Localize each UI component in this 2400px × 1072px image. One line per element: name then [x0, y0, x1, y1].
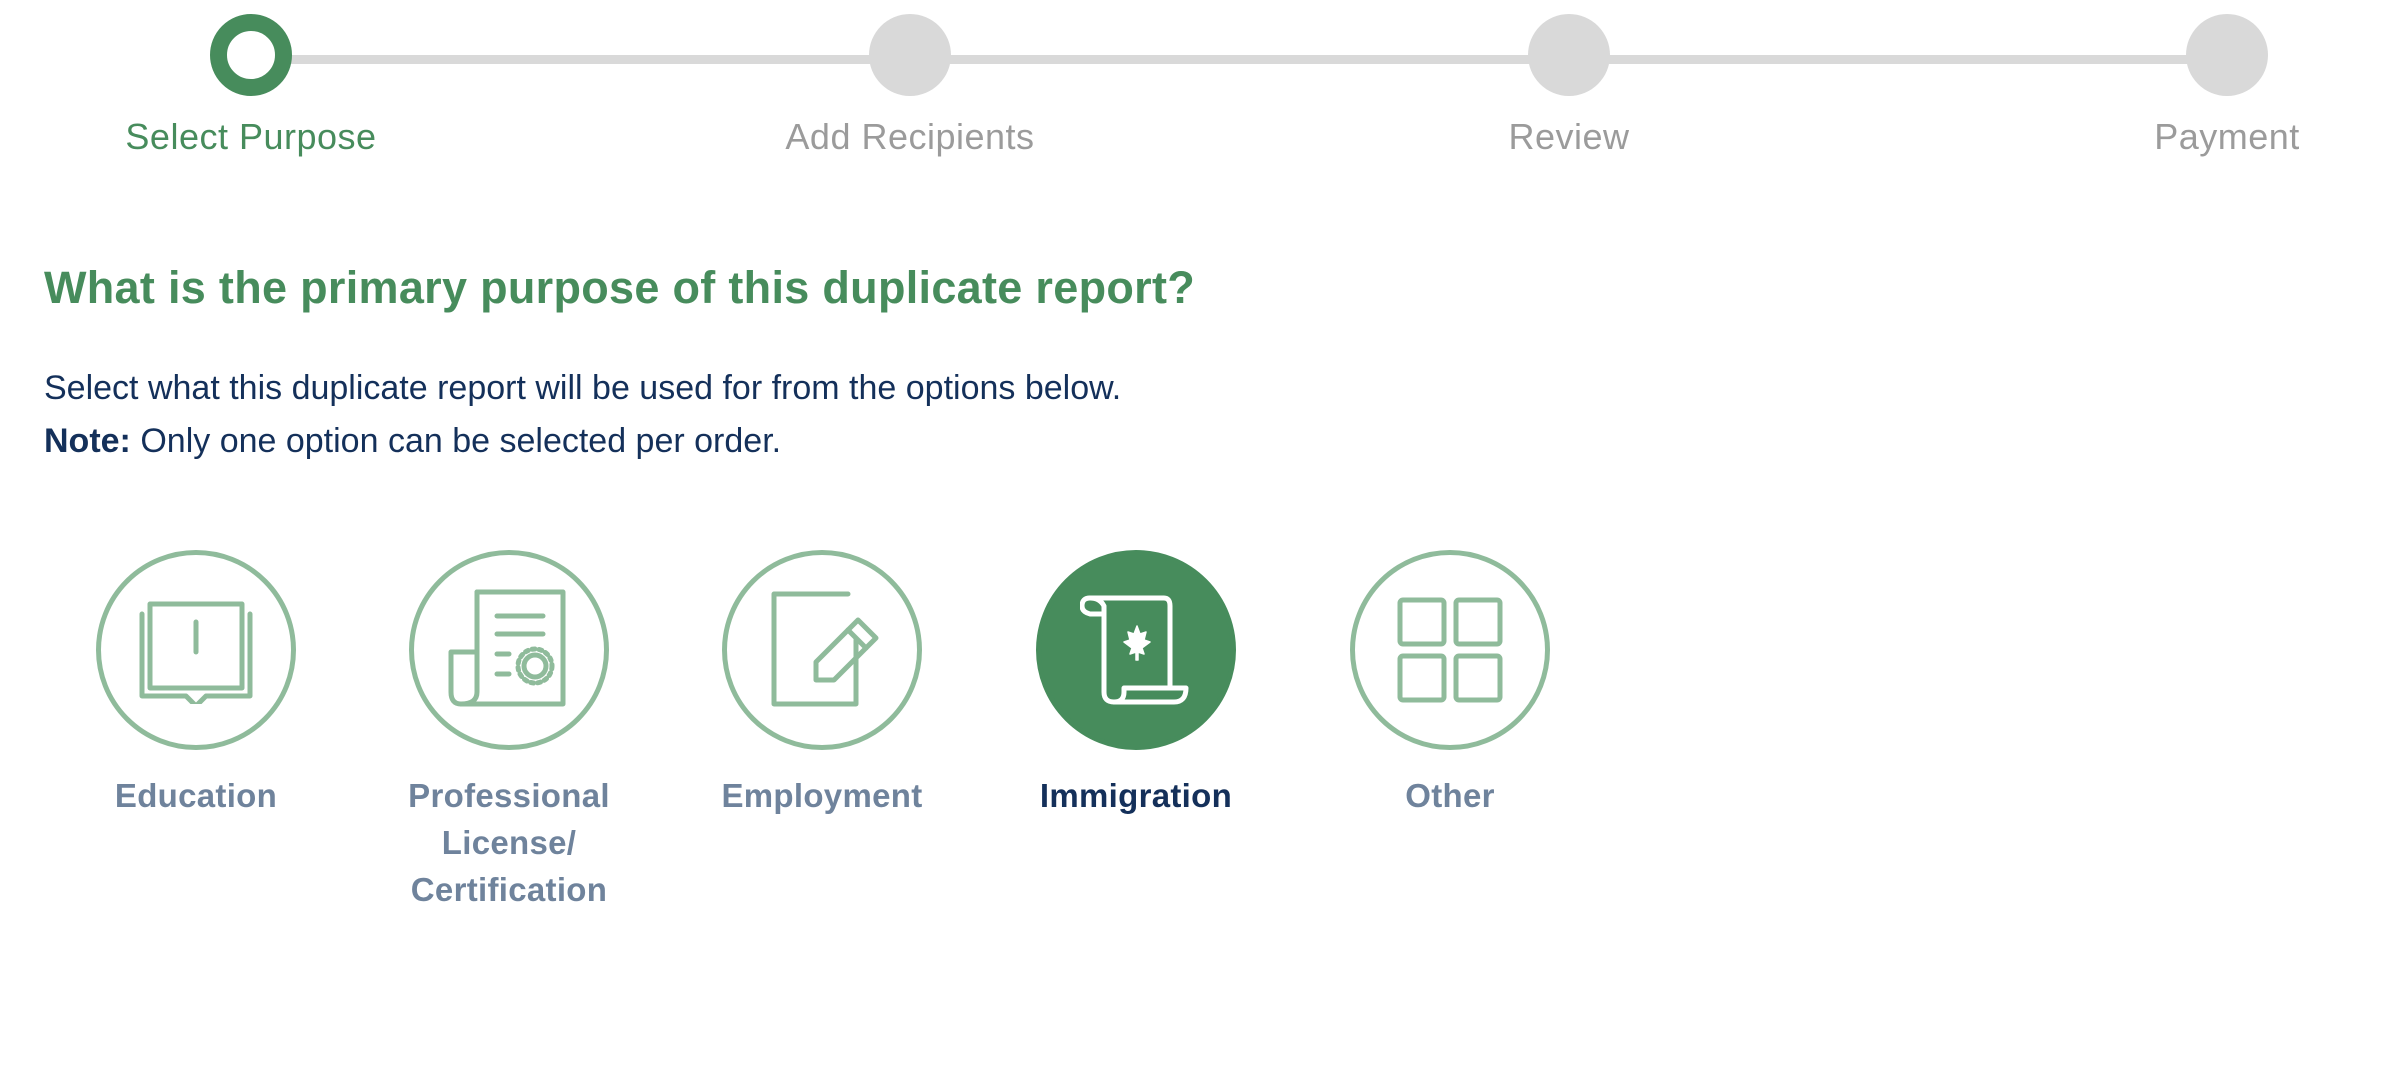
option-professional-license-circle[interactable]: [409, 550, 609, 750]
option-label-line: Professional: [408, 777, 610, 814]
option-employment-circle[interactable]: [722, 550, 922, 750]
option-other-circle[interactable]: [1350, 550, 1550, 750]
option-immigration-circle[interactable]: [1036, 550, 1236, 750]
step-add-recipients[interactable]: Add Recipients: [700, 14, 1120, 158]
option-label: Other: [1405, 777, 1495, 814]
step-indicator-active: [210, 14, 292, 96]
option-label: Employment: [721, 777, 923, 814]
note-label: Note:: [44, 422, 131, 460]
edit-document-icon: [760, 588, 884, 712]
progress-stepper: Select Purpose Add Recipients Review Pay…: [0, 0, 2400, 170]
certificate-document-icon: [447, 588, 571, 712]
option-education-circle[interactable]: [96, 550, 296, 750]
step-indicator: [869, 14, 951, 96]
option-label: Education: [114, 777, 278, 814]
purpose-selection-page: Select Purpose Add Recipients Review Pay…: [0, 0, 2400, 1072]
step-review[interactable]: Review: [1359, 14, 1779, 158]
instructions: Select what this duplicate report will b…: [44, 362, 1121, 468]
purpose-options: Education Professional License/ Certific…: [0, 550, 1700, 930]
option-immigration[interactable]: Immigration: [986, 550, 1286, 819]
option-label-line: License/: [441, 824, 577, 861]
step-label: Payment: [2154, 116, 2300, 157]
step-indicator: [2186, 14, 2268, 96]
step-label: Select Purpose: [125, 116, 377, 157]
grid-icon: [1396, 596, 1504, 704]
option-label: Immigration: [1039, 777, 1233, 814]
stepper-track: [251, 55, 2229, 64]
question-heading: What is the primary purpose of this dupl…: [44, 262, 1196, 313]
option-label: Professional License/ Certification: [359, 772, 659, 913]
option-education[interactable]: Education: [46, 550, 346, 819]
option-other[interactable]: Other: [1300, 550, 1600, 819]
step-select-purpose[interactable]: Select Purpose: [41, 14, 461, 158]
note-text: Only one option can be selected per orde…: [130, 422, 782, 460]
step-indicator: [1528, 14, 1610, 96]
instructions-description: Select what this duplicate report will b…: [44, 369, 1122, 407]
instructions-note: Note: Only one option can be selected pe…: [44, 415, 1121, 468]
option-professional-license[interactable]: Professional License/ Certification: [359, 550, 659, 913]
scroll-maple-leaf-icon: [1080, 592, 1192, 708]
option-label-line: Certification: [410, 871, 608, 908]
open-book-icon: [134, 596, 258, 704]
step-label: Add Recipients: [785, 116, 1035, 157]
step-payment[interactable]: Payment: [2017, 14, 2400, 158]
step-label: Review: [1508, 116, 1630, 157]
option-employment[interactable]: Employment: [672, 550, 972, 819]
